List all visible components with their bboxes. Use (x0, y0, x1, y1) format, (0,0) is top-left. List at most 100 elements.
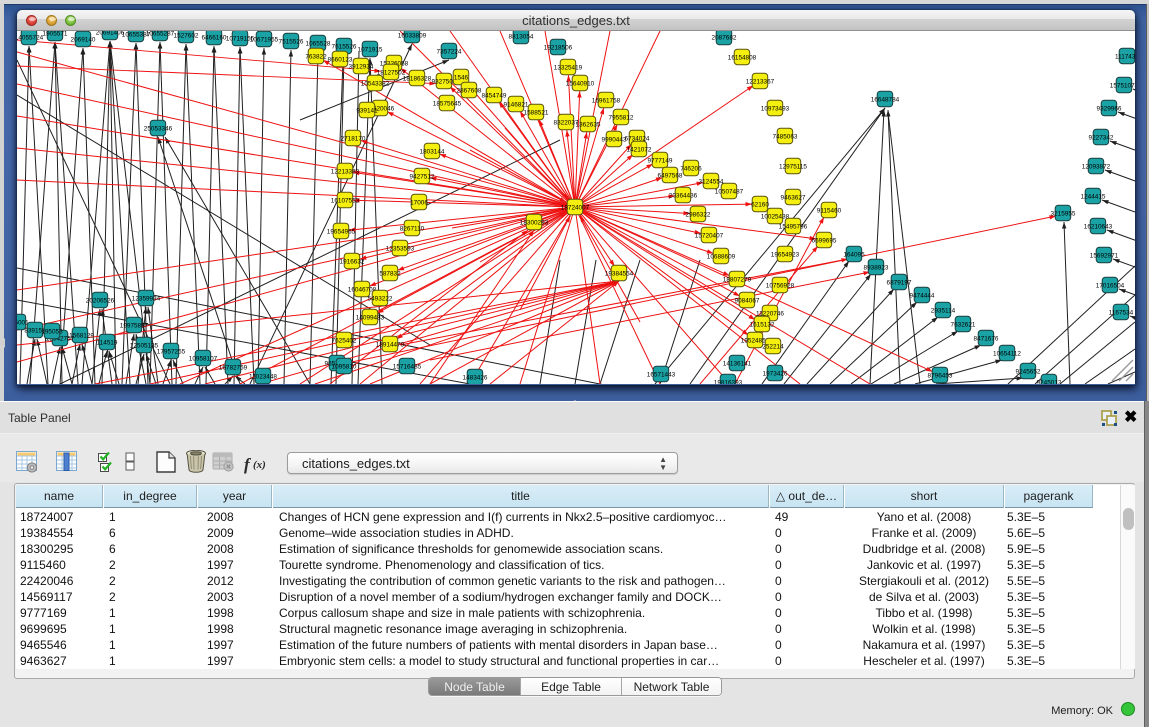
svg-text:16571443: 16571443 (647, 371, 676, 378)
svg-text:9777149: 9777149 (648, 157, 673, 164)
svg-text:9245652: 9245652 (1016, 368, 1041, 375)
svg-text:9115460: 9115460 (817, 207, 842, 214)
svg-text:3912934: 3912934 (349, 63, 374, 70)
svg-text:15720407: 15720407 (695, 232, 724, 239)
svg-text:2935114: 2935114 (931, 307, 956, 314)
svg-text:1167534: 1167534 (1109, 309, 1134, 316)
svg-text:6699695: 6699695 (812, 237, 837, 244)
svg-text:10973493: 10973493 (761, 105, 790, 112)
svg-text:18724007: 18724007 (561, 204, 590, 211)
svg-text:252214: 252214 (762, 343, 784, 350)
svg-text:6879197: 6879197 (887, 279, 912, 286)
svg-text:1973426: 1973426 (763, 370, 788, 377)
svg-text:16033809: 16033809 (398, 32, 427, 39)
svg-text:1916632: 1916632 (340, 258, 365, 265)
svg-text:10671955: 10671955 (250, 36, 279, 43)
svg-text:2986322: 2986322 (686, 211, 711, 218)
svg-text:10507487: 10507487 (715, 188, 744, 195)
svg-text:7632621: 7632621 (951, 321, 976, 328)
svg-text:9474444: 9474444 (910, 292, 935, 299)
svg-text:1588521: 1588521 (524, 109, 549, 116)
svg-text:2087682: 2087682 (712, 34, 737, 41)
svg-text:17957255: 17957255 (157, 348, 186, 355)
svg-text:6466160: 6466160 (202, 34, 227, 41)
svg-text:1803144: 1803144 (420, 148, 445, 155)
svg-text:8813054: 8813054 (509, 33, 534, 40)
svg-text:62160: 62160 (751, 201, 769, 208)
svg-text:1244415: 1244415 (1081, 193, 1106, 200)
svg-text:10654112: 10654112 (993, 350, 1021, 357)
svg-text:7615526: 7615526 (332, 43, 357, 50)
svg-text:14136141: 14136141 (723, 360, 752, 367)
svg-text:9084067: 9084067 (735, 297, 760, 304)
svg-text:12505135: 12505135 (130, 342, 159, 349)
svg-text:9463627: 9463627 (781, 194, 806, 201)
svg-text:587832: 587832 (379, 270, 401, 277)
svg-text:14099483: 14099483 (356, 314, 385, 321)
svg-text:18300293: 18300293 (520, 219, 549, 226)
svg-text:12353593: 12353593 (386, 245, 415, 252)
svg-text:9227342: 9227342 (1089, 134, 1114, 141)
svg-text:10543382: 10543382 (361, 80, 390, 87)
svg-text:16107553: 16107553 (331, 197, 360, 204)
svg-text:19654923: 19654923 (771, 251, 800, 258)
svg-text:16782759: 16782759 (219, 364, 248, 371)
svg-text:18914479: 18914479 (376, 341, 405, 348)
svg-text:9245012: 9245012 (1037, 379, 1062, 384)
svg-text:7485063: 7485063 (773, 133, 798, 140)
svg-text:17006: 17006 (410, 199, 428, 206)
svg-text:114519: 114519 (97, 339, 118, 346)
svg-text:10958107: 10958107 (189, 355, 218, 362)
svg-text:15716485: 15716485 (393, 363, 422, 370)
svg-text:195053: 195053 (41, 328, 63, 335)
svg-text:9329966: 9329966 (1097, 105, 1122, 112)
svg-text:12359934: 12359934 (132, 295, 161, 302)
svg-text:18575645: 18575645 (433, 100, 462, 107)
svg-text:1483426: 1483426 (463, 374, 488, 381)
svg-text:8471676: 8471676 (974, 335, 999, 342)
svg-text:12975115: 12975115 (779, 163, 807, 170)
svg-text:7515526: 7515526 (279, 38, 304, 45)
svg-text:1071915: 1071915 (358, 46, 383, 53)
svg-text:10688609: 10688609 (707, 253, 736, 260)
svg-text:19975857: 19975857 (120, 322, 149, 329)
svg-text:19816393: 19816393 (714, 379, 743, 384)
svg-text:12213367: 12213367 (746, 78, 775, 85)
svg-text:2069140: 2069140 (71, 36, 96, 43)
svg-text:7955812: 7955812 (609, 114, 634, 121)
svg-text:25053346: 25053346 (144, 125, 173, 132)
svg-text:16648784: 16648784 (871, 96, 900, 103)
svg-text:17016504: 17016504 (1096, 282, 1125, 289)
svg-text:1362635: 1362635 (576, 121, 601, 128)
svg-text:10655287: 10655287 (146, 31, 175, 37)
svg-text:3124554: 3124554 (699, 178, 724, 185)
svg-text:16154808: 16154808 (728, 54, 757, 61)
svg-text:20364436: 20364436 (669, 192, 698, 199)
svg-text:16210643: 16210643 (1084, 223, 1113, 230)
svg-text:18186328: 18186328 (403, 75, 432, 82)
svg-text:8267110: 8267110 (400, 225, 425, 232)
svg-text:12093872: 12093872 (1082, 163, 1111, 170)
svg-text:14055724: 14055724 (17, 34, 44, 41)
svg-text:939141: 939141 (356, 107, 378, 114)
svg-text:15640910: 15640910 (566, 80, 595, 87)
svg-text:19384554: 19384554 (605, 270, 634, 277)
svg-text:746206: 746206 (680, 165, 702, 172)
svg-text:8660123: 8660123 (328, 56, 353, 63)
svg-text:15495796: 15495796 (779, 223, 808, 230)
svg-text:15751074: 15751074 (1110, 82, 1135, 89)
svg-text:19218506: 19218506 (544, 44, 573, 51)
svg-text:9146821: 9146821 (504, 101, 529, 108)
svg-text:2867608: 2867608 (457, 87, 482, 94)
svg-text:(x): (x) (253, 459, 266, 471)
svg-text:1117434: 1117434 (1115, 53, 1135, 60)
svg-text:20206526: 20206526 (86, 297, 115, 304)
svg-text:13325419: 13325419 (554, 64, 583, 71)
svg-text:1905571: 1905571 (43, 31, 68, 37)
svg-text:12213383: 12213383 (331, 168, 360, 175)
svg-text:1615132: 1615132 (750, 321, 775, 328)
svg-text:8454749: 8454749 (482, 92, 507, 99)
svg-text:1065528: 1065528 (306, 40, 331, 47)
svg-text:7357224: 7357224 (437, 48, 462, 55)
svg-text:1421072: 1421072 (627, 146, 652, 153)
